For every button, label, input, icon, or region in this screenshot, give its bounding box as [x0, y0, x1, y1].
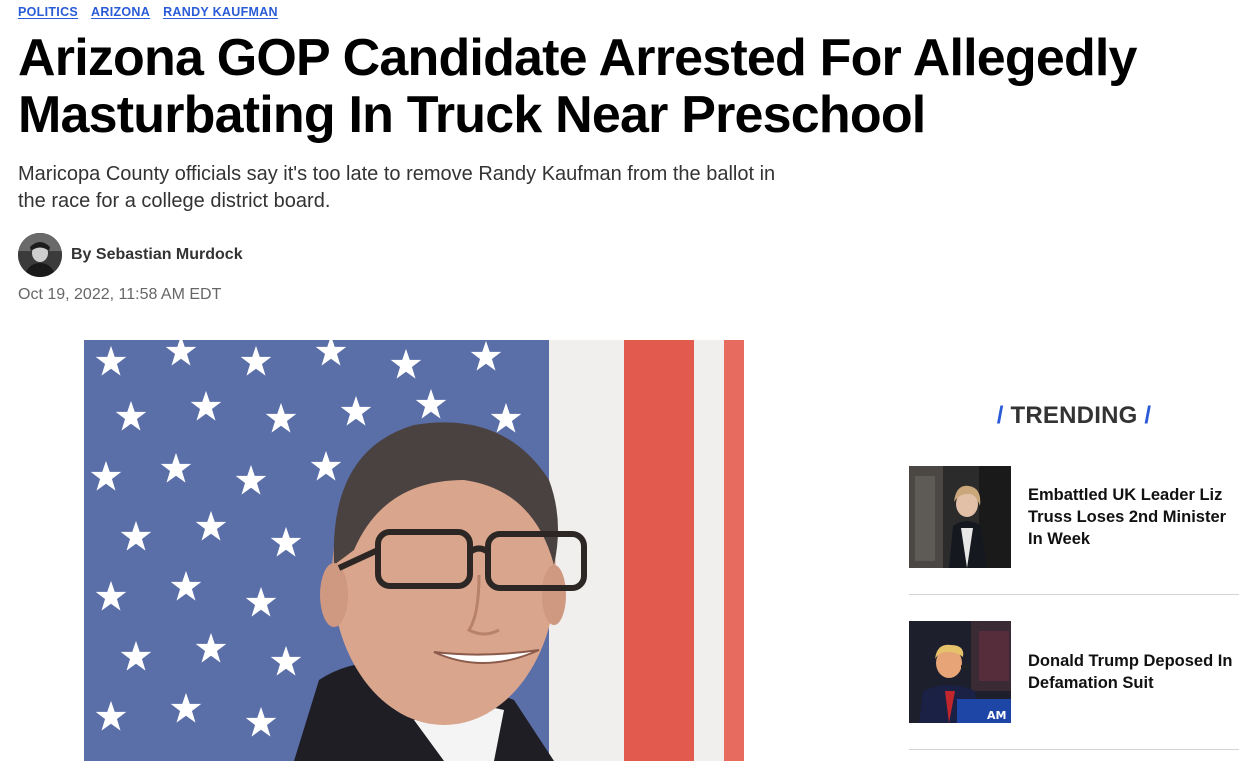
trending-divider	[909, 594, 1239, 595]
tag-list: POLITICS ARIZONA RANDY KAUFMAN	[18, 5, 278, 19]
slash-right-icon: /	[1144, 402, 1152, 429]
tag-politics[interactable]: POLITICS	[18, 5, 78, 19]
tag-randy-kaufman[interactable]: RANDY KAUFMAN	[163, 5, 278, 19]
trending-item[interactable]: Embattled UK Leader Liz Truss Loses 2nd …	[909, 466, 1239, 568]
trending-thumbnail[interactable]	[909, 466, 1011, 568]
svg-text:AM: AM	[987, 709, 1006, 722]
trending-label: TRENDING	[1010, 402, 1138, 429]
tag-arizona[interactable]: ARIZONA	[91, 5, 150, 19]
article-dek: Maricopa County officials say it's too l…	[18, 163, 776, 212]
author-name[interactable]: By Sebastian Murdock	[71, 246, 243, 264]
trending-thumbnail[interactable]: AM	[909, 621, 1011, 723]
trending-divider	[909, 749, 1239, 750]
article-headline: Arizona GOP Candidate Arrested For Alleg…	[18, 29, 1137, 144]
byline: By Sebastian Murdock	[18, 233, 243, 277]
trending-heading: / TRENDING /	[909, 402, 1239, 430]
trending-item-title[interactable]: Donald Trump Deposed In Defamation Suit	[1028, 650, 1239, 694]
slash-left-icon: /	[996, 402, 1004, 429]
author-avatar[interactable]	[18, 233, 62, 277]
trending-item-title[interactable]: Embattled UK Leader Liz Truss Loses 2nd …	[1028, 484, 1239, 550]
publish-timestamp: Oct 19, 2022, 11:58 AM EDT	[18, 286, 222, 303]
trending-item[interactable]: AM Donald Trump Deposed In Defamation Su…	[909, 621, 1239, 723]
hero-image	[84, 340, 744, 761]
